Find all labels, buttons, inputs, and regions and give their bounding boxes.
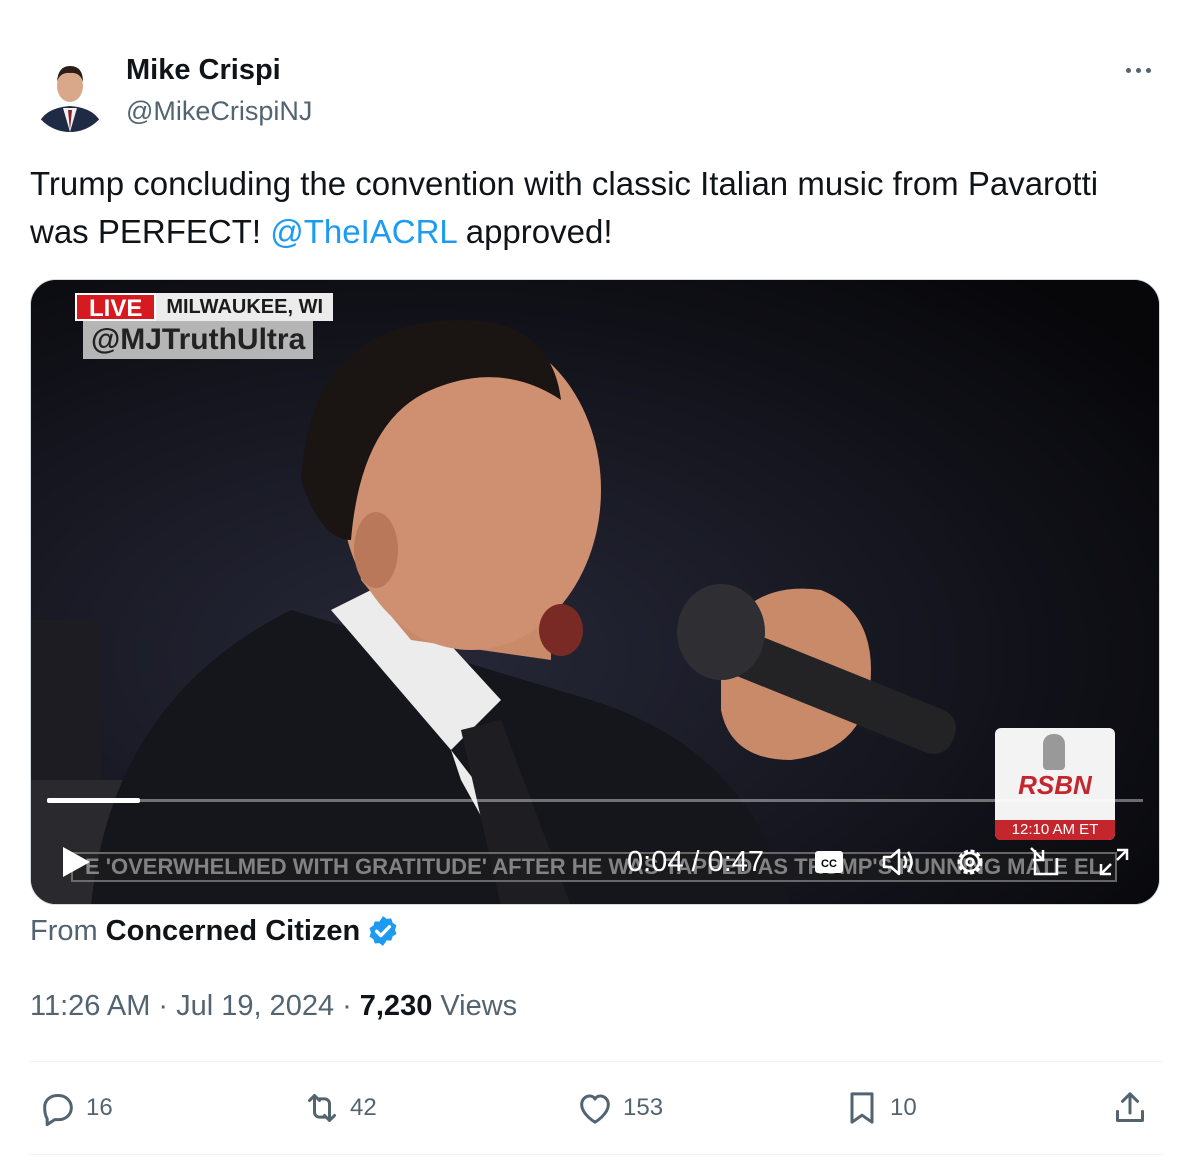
reply-count: 16 <box>86 1094 113 1121</box>
mention-link[interactable]: @TheIACRL <box>270 213 456 250</box>
live-badge: LIVE <box>75 293 157 322</box>
repost-count: 42 <box>350 1094 377 1121</box>
tweet-text-end: approved! <box>456 213 613 250</box>
tweet-time[interactable]: 11:26 AM <box>30 990 150 1023</box>
captions-label: CC <box>821 858 837 870</box>
source-name-link[interactable]: Concerned Citizen <box>106 915 361 948</box>
avatar-image <box>30 52 110 132</box>
author-handle[interactable]: @MikeCrispiNJ <box>126 96 312 127</box>
separator-dot: · <box>158 990 169 1022</box>
more-options-button[interactable] <box>1118 54 1158 86</box>
divider <box>30 1154 1162 1155</box>
reply-icon <box>43 1094 73 1127</box>
network-logo-text: RSBN <box>1018 770 1092 800</box>
tweet-meta: 11:26 AM · Jul 19, 2024 · 7,230 Views <box>30 990 517 1023</box>
tweet-date[interactable]: Jul 19, 2024 <box>176 990 334 1023</box>
repost-button[interactable]: 42 <box>302 1088 377 1128</box>
captions-icon[interactable]: CC <box>811 844 849 880</box>
fullscreen-icon[interactable] <box>1095 844 1133 880</box>
video-watermark: @MJTruthUltra <box>83 321 314 359</box>
views-label: Views <box>440 990 518 1022</box>
separator-dot: · <box>342 990 352 1022</box>
video-controls: 0:04 / 0:47 CC <box>31 834 1159 888</box>
video-player[interactable]: LIVE MILWAUKEE, WI @MJTruthUltra RSBN 12… <box>30 279 1160 905</box>
volume-icon[interactable] <box>879 844 917 880</box>
bookmark-count: 10 <box>890 1094 917 1121</box>
video-frame <box>31 280 1159 904</box>
location-label: MILWAUKEE, WI <box>156 293 334 321</box>
play-icon[interactable] <box>59 844 93 880</box>
network-logo: RSBN 12:10 AM ET <box>995 728 1115 840</box>
repost-icon <box>308 1094 336 1122</box>
more-dot <box>1145 67 1151 73</box>
bookmark-button[interactable]: 10 <box>842 1088 917 1128</box>
settings-icon[interactable] <box>951 844 989 880</box>
bookmark-icon <box>850 1092 874 1124</box>
tweet-text: Trump concluding the convention with cla… <box>30 160 1150 256</box>
source-prefix: From <box>30 914 98 947</box>
more-dot <box>1135 67 1141 73</box>
share-icon <box>1116 1092 1144 1122</box>
reply-button[interactable]: 16 <box>38 1088 113 1128</box>
progress-fill <box>47 798 140 803</box>
progress-track[interactable] <box>47 799 1143 802</box>
video-time: 0:04 / 0:47 <box>627 846 765 878</box>
video-source: From Concerned Citizen <box>30 914 400 948</box>
share-button[interactable] <box>1110 1088 1158 1128</box>
verified-badge-icon[interactable] <box>366 914 400 948</box>
author-name[interactable]: Mike Crispi <box>126 54 281 87</box>
author-avatar[interactable] <box>30 52 110 132</box>
divider <box>30 1061 1162 1062</box>
views-count: 7,230 <box>359 990 433 1022</box>
more-dot <box>1125 67 1131 73</box>
tweet-header: Mike Crispi @MikeCrispiNJ <box>30 52 1162 136</box>
heart-icon <box>580 1094 610 1124</box>
picture-in-picture-icon[interactable] <box>1025 844 1063 880</box>
like-button[interactable]: 153 <box>575 1088 663 1128</box>
like-count: 153 <box>623 1094 664 1121</box>
action-bar: 16 42 153 10 <box>30 1082 1162 1138</box>
live-banner: LIVE MILWAUKEE, WI <box>75 293 334 322</box>
microphone-icon <box>1043 734 1065 770</box>
